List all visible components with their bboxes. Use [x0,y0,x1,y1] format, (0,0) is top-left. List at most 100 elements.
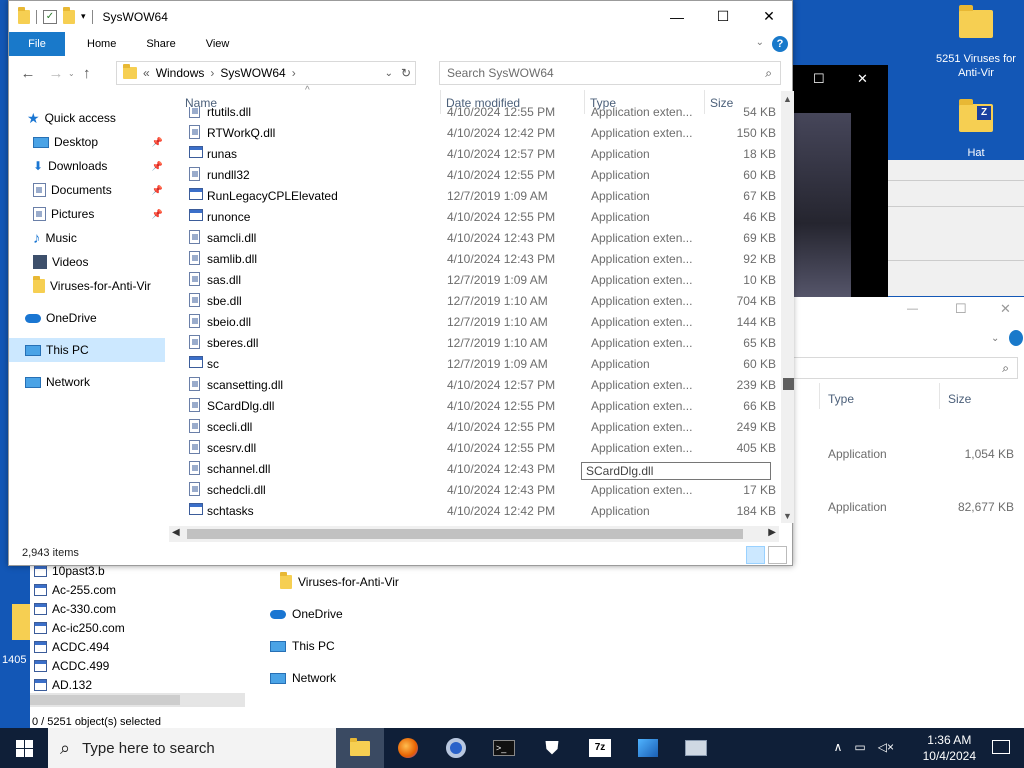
background-window-panel[interactable] [888,160,1024,296]
breadcrumb-windows[interactable]: Windows [156,66,205,80]
breadcrumb-syswow64[interactable]: SysWOW64 [220,66,285,80]
table-row[interactable]: runas 4/10/2024 12:57 PM Application 18 KB [179,143,779,164]
maximize-icon[interactable]: ☐ [813,71,825,87]
title-bar[interactable]: ✓ ▾ SysWOW64 — ☐ ✕ [9,1,792,32]
search-box[interactable]: ⌕ [793,357,1018,379]
paint-taskbar-icon[interactable] [624,728,672,768]
pin-icon[interactable]: 📌 [152,185,163,196]
explorer-window[interactable]: ✓ ▾ SysWOW64 — ☐ ✕ File Home Share View … [8,0,794,566]
minimize-icon[interactable]: — [907,303,918,315]
tab-home[interactable]: Home [65,38,131,50]
help-icon[interactable] [1009,330,1023,346]
minimize-button[interactable]: — [654,1,700,32]
nav-item-onedrive[interactable]: OneDrive [9,306,165,330]
nav-item-network[interactable]: Network [270,671,336,685]
list-item[interactable]: ACDC.499 [34,657,109,675]
file-explorer-taskbar-icon[interactable] [336,728,384,768]
table-row[interactable]: sberes.dll 12/7/2019 1:10 AM Application e… [179,332,779,353]
scroll-down-icon[interactable]: ▼ [783,511,792,521]
show-hidden-icons-icon[interactable]: ∧ [834,740,843,754]
recent-locations-icon[interactable]: ⌄ [68,69,75,78]
customize-toolbar-icon[interactable]: ▾ [81,11,86,22]
7zip-taskbar-icon[interactable]: 7z [576,728,624,768]
list-item[interactable]: AD.132 [34,676,92,694]
table-row[interactable]: schtasks 4/10/2024 12:42 PM Application 184… [179,500,779,521]
address-bar[interactable]: « Windows › SysWOW64 › ⌄ ↻ [116,61,416,85]
back-button[interactable]: ← [16,65,40,82]
refresh-icon[interactable]: ↻ [401,66,411,80]
close-button[interactable]: ✕ [746,1,792,32]
up-button[interactable]: ↑ [75,65,99,82]
chrome-taskbar-icon[interactable] [432,728,480,768]
network-status-icon[interactable]: ▭ [854,740,865,754]
table-row[interactable]: sc 12/7/2019 1:09 AM Application 60 KB [179,353,779,374]
scroll-right-icon[interactable]: ▶ [768,527,776,538]
table-row[interactable]: samcli.dll 4/10/2024 12:43 PM Application … [179,227,779,248]
background-explorer-nav[interactable]: Viruses-for-Anti-Vir OneDrive This PC Ne… [245,566,793,728]
breadcrumb-overflow[interactable]: « [143,66,150,80]
vertical-scrollbar[interactable]: ▲ ▼ [781,91,794,523]
tab-view[interactable]: View [191,38,245,50]
table-row[interactable]: runonce 4/10/2024 12:55 PM Application 46 K… [179,206,779,227]
pin-icon[interactable]: 📌 [152,209,163,220]
virus-list-window[interactable]: 10past3.b Ac-255.com Ac-330.com Ac-ic250.co… [30,564,245,728]
desktop-icon-partial[interactable] [12,604,32,640]
nav-item-music[interactable]: ♪ Music [9,226,165,250]
list-item[interactable]: ACDC.494 [34,638,109,656]
scroll-up-icon[interactable]: ▲ [783,94,792,104]
start-button[interactable] [0,728,48,768]
nav-item-videos[interactable]: Videos [9,250,165,274]
table-row[interactable]: RTWorkQ.dll 4/10/2024 12:42 PM Application… [179,122,779,143]
breadcrumb-chevron-icon[interactable]: › [292,66,296,80]
pin-icon[interactable]: 📌 [152,161,163,172]
terminal-taskbar-icon[interactable]: >_ [480,728,528,768]
table-row[interactable]: SCardDlg.dll 4/10/2024 12:55 PM Applicatio… [179,395,779,416]
pin-icon[interactable]: 📌 [152,137,163,148]
nav-item-this-pc[interactable]: This PC [270,639,335,653]
details-view-button[interactable] [746,546,765,564]
notifications-icon[interactable] [992,740,1010,754]
column-header-type[interactable]: Type [828,392,854,406]
nav-item-pictures[interactable]: Pictures 📌 [9,202,165,226]
list-item[interactable]: Ac-255.com [34,581,116,599]
volume-muted-icon[interactable]: ◁× [878,740,894,754]
close-icon[interactable]: ✕ [857,71,868,87]
dark-background-window[interactable]: ☐ ✕ [793,65,888,297]
desktop-icon-viruses-folder[interactable]: 5251 Viruses for Anti-Vir [936,5,1016,80]
tab-share[interactable]: Share [131,38,190,50]
table-row[interactable]: sbeio.dll 12/7/2019 1:10 AM Application ex… [179,311,779,332]
background-explorer-window[interactable]: — ☐ ✕ ⌄ ⌕ Type Size Application 1,054 KB… [793,297,1024,728]
nav-item-desktop[interactable]: Desktop 📌 [9,130,165,154]
list-scrollbar[interactable] [30,693,245,707]
scroll-left-icon[interactable]: ◀ [172,527,180,538]
table-row[interactable]: scansetting.dll 4/10/2024 12:57 PM Applica… [179,374,779,395]
table-row[interactable]: scesrv.dll 4/10/2024 12:55 PM Application … [179,437,779,458]
scrollbar-thumb[interactable] [783,378,794,390]
security-shield-taskbar-icon[interactable]: ⛊ [528,728,576,768]
table-row[interactable]: sas.dll 12/7/2019 1:09 AM Application exte… [179,269,779,290]
properties-icon[interactable]: ✓ [43,9,57,24]
clock[interactable]: 1:36 AM 10/4/2024 [923,732,976,764]
tab-file[interactable]: File [9,32,65,56]
column-header-size[interactable]: Size [948,392,971,406]
expand-ribbon-icon[interactable]: ⌄ [756,37,764,48]
nav-item-documents[interactable]: Documents 📌 [9,178,165,202]
nav-item-quick-access[interactable]: ★ Quick access [9,106,165,130]
desktop-icon-hat[interactable]: Z Hat [946,99,1006,156]
nav-item-viruses-folder[interactable]: Viruses-for-Anti-Vir [280,572,399,589]
table-row[interactable]: Application 1,054 KB [793,447,1024,467]
table-row[interactable]: sbe.dll 12/7/2019 1:10 AM Application exte… [179,290,779,311]
list-item[interactable]: Ac-ic250.com [34,619,125,637]
nav-item-network[interactable]: Network [9,370,165,394]
help-icon[interactable]: ? [772,36,788,52]
table-row[interactable]: samlib.dll 4/10/2024 12:43 PM Application … [179,248,779,269]
nav-item-onedrive[interactable]: OneDrive [270,607,343,621]
close-icon[interactable]: ✕ [1000,301,1011,317]
nav-item-viruses-for-anti-vir[interactable]: Viruses-for-Anti-Vir [9,274,165,298]
maximize-button[interactable]: ☐ [700,1,746,32]
table-row[interactable]: Application 82,677 KB [793,500,1024,520]
horizontal-scrollbar[interactable]: ◀ ▶ [169,526,779,542]
table-row[interactable]: rundll32 4/10/2024 12:55 PM Application 60 … [179,164,779,185]
forward-button[interactable]: → [44,65,68,82]
table-row[interactable]: RunLegacyCPLElevated 12/7/2019 1:09 AM App… [179,185,779,206]
